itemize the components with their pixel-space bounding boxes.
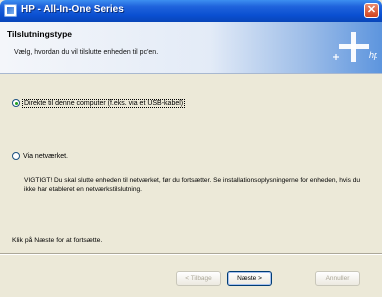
page-title: Tilslutningstype xyxy=(7,29,73,39)
next-button[interactable]: Næste > xyxy=(227,271,272,286)
svg-text:hp: hp xyxy=(369,50,377,60)
window-title: HP - All-In-One Series xyxy=(21,4,124,15)
option-direct-usb-label: Direkte til denne computer (f.eks. via e… xyxy=(21,98,186,108)
option-network[interactable]: Via netværket. xyxy=(12,152,68,160)
setup-dialog: HP - All-In-One Series ✕ Tilslutningstyp… xyxy=(0,0,382,297)
radio-direct-usb[interactable] xyxy=(12,99,20,107)
page-subtitle: Vælg, hvordan du vil tilslutte enheden t… xyxy=(14,49,159,56)
network-warning-text: VIGTIGT! Du skal slutte enheden til netv… xyxy=(24,177,361,193)
continue-hint: Klik på Næste for at fortsætte. xyxy=(12,237,103,244)
cancel-button[interactable]: Annuller xyxy=(315,271,360,286)
footer-divider xyxy=(0,253,382,255)
hp-logo-icon: hp xyxy=(333,32,377,62)
option-direct-usb[interactable]: Direkte til denne computer (f.eks. via e… xyxy=(12,98,186,108)
option-network-label: Via netværket. xyxy=(23,152,69,160)
close-button[interactable]: ✕ xyxy=(364,3,379,18)
wizard-header: Tilslutningstype Vælg, hvordan du vil ti… xyxy=(0,22,382,74)
back-button[interactable]: < Tilbage xyxy=(176,271,221,286)
radio-network[interactable] xyxy=(12,152,20,160)
hp-app-icon xyxy=(4,4,17,17)
title-bar[interactable]: HP - All-In-One Series ✕ xyxy=(0,0,382,22)
